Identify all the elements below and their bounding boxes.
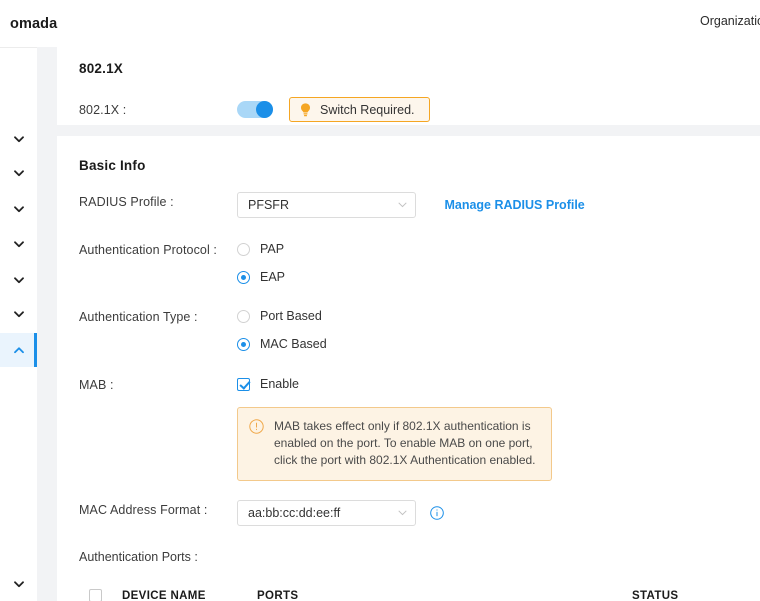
- auth-protocol-label-1: PAP: [260, 242, 285, 256]
- mab-row: MAB : Enable MAB takes effect only if 80…: [79, 375, 760, 481]
- sidebar-item-6[interactable]: [0, 297, 37, 331]
- mab-field: Enable MAB takes effect only if 802.1X a…: [237, 375, 760, 481]
- sidebar-gutter: [37, 47, 57, 601]
- sidebar-item-5[interactable]: [0, 263, 37, 297]
- mac-address-format-label: MAC Address Format :: [79, 503, 208, 517]
- auth-type-option-1[interactable]: Port Based: [237, 307, 760, 325]
- toggle-knob: [256, 101, 273, 118]
- auth-type-radio-1[interactable]: [237, 309, 250, 323]
- radius-profile-value: PFSFR: [248, 198, 289, 212]
- auth-type-label-2: MAC Based: [260, 337, 327, 351]
- sidebar-item-7[interactable]: [0, 333, 37, 367]
- auth-protocol-label: Authentication Protocol :: [79, 243, 217, 257]
- switch-required-badge: Switch Required.: [289, 97, 430, 122]
- app-root: omada Organizatio 802.1X 802.1X : Switch…: [0, 0, 760, 601]
- table-header-row: DEVICE NAME PORTS STATUS: [79, 577, 760, 601]
- dot1x-card: 802.1X 802.1X : Switch Required.: [57, 47, 760, 125]
- mab-notice-text: MAB takes effect only if 802.1X authenti…: [274, 419, 536, 467]
- chevron-up-icon: [14, 346, 24, 355]
- chevron-down-icon: [14, 135, 24, 144]
- auth-protocol-label-2: EAP: [260, 270, 286, 284]
- mac-address-format-select[interactable]: aa:bb:cc:dd:ee:ff: [237, 500, 416, 526]
- chevron-down-icon: [14, 169, 24, 178]
- column-header-device-name: DEVICE NAME: [122, 589, 206, 601]
- auth-protocol-radio-1[interactable]: [237, 242, 250, 256]
- mac-address-format-value: aa:bb:cc:dd:ee:ff: [248, 506, 341, 520]
- chevron-down-icon: [14, 205, 24, 214]
- content-area: 802.1X 802.1X : Switch Required. Basic I…: [57, 47, 760, 601]
- radius-profile-select[interactable]: PFSFR: [237, 192, 416, 218]
- auth-type-label: Authentication Type :: [79, 310, 198, 324]
- auth-type-label-1: Port Based: [260, 309, 322, 323]
- auth-protocol-option-2[interactable]: EAP: [237, 268, 760, 286]
- sidebar-item-2[interactable]: [0, 156, 37, 190]
- basic-info-card: Basic Info RADIUS Profile : PFSFR Manage…: [57, 136, 760, 601]
- mac-address-format-row: MAC Address Format : aa:bb:cc:dd:ee:ff: [79, 500, 760, 526]
- ports-table: DEVICE NAME PORTS STATUS TSW08-01Port123…: [79, 577, 760, 601]
- auth-ports-label: Authentication Ports :: [79, 550, 198, 564]
- chevron-down-icon: [14, 580, 24, 589]
- top-bar: omada Organizatio: [0, 0, 760, 47]
- sidebar-item-4[interactable]: [0, 227, 37, 261]
- info-circle-icon[interactable]: [430, 506, 445, 520]
- sidebar-item-8[interactable]: [0, 567, 37, 601]
- mab-enable-checkbox[interactable]: [237, 377, 250, 391]
- select-all-cell: [89, 589, 122, 601]
- chevron-down-icon: [14, 310, 24, 319]
- chevron-down-icon: [398, 510, 407, 516]
- chevron-down-icon: [398, 202, 407, 208]
- dot1x-toggle-row: 802.1X : Switch Required.: [79, 97, 760, 122]
- radius-profile-field: PFSFR Manage RADIUS Profile: [237, 192, 760, 218]
- mac-address-format-field: aa:bb:cc:dd:ee:ff: [237, 500, 760, 526]
- mab-enable-label: Enable: [260, 377, 299, 391]
- mab-enable-option[interactable]: Enable: [237, 375, 760, 393]
- organization-label[interactable]: Organizatio: [700, 14, 760, 28]
- chevron-down-icon: [14, 276, 24, 285]
- auth-type-row: Authentication Type : Port Based MAC Base…: [79, 307, 760, 353]
- column-header-status: STATUS: [632, 589, 679, 601]
- auth-protocol-radio-2[interactable]: [237, 270, 250, 284]
- sidebar-item-1[interactable]: [0, 122, 37, 156]
- auth-type-radio-2[interactable]: [237, 337, 250, 351]
- lightbulb-icon: [301, 102, 310, 116]
- chevron-down-icon: [14, 240, 24, 249]
- mab-notice: MAB takes effect only if 802.1X authenti…: [237, 407, 552, 481]
- dot1x-toggle[interactable]: [237, 101, 273, 118]
- select-all-checkbox[interactable]: [89, 589, 102, 601]
- auth-type-option-2[interactable]: MAC Based: [237, 335, 760, 353]
- basic-info-title: Basic Info: [79, 158, 146, 173]
- switch-required-text: Switch Required.: [320, 102, 415, 117]
- radius-profile-row: RADIUS Profile : PFSFR Manage RADIUS Pro…: [79, 192, 760, 218]
- sidebar-item-3[interactable]: [0, 192, 37, 226]
- auth-type-options: Port Based MAC Based: [237, 307, 760, 353]
- omada-logo: omada: [10, 15, 58, 32]
- manage-radius-profile-link[interactable]: Manage RADIUS Profile: [444, 198, 584, 212]
- radius-profile-label: RADIUS Profile :: [79, 195, 174, 209]
- sidebar: [0, 47, 37, 601]
- exclamation-circle-icon: [249, 419, 264, 434]
- card-separator: [57, 125, 760, 136]
- dot1x-field-label: 802.1X :: [79, 102, 127, 117]
- column-header-ports: PORTS: [257, 589, 299, 601]
- auth-protocol-row: Authentication Protocol : PAP EAP: [79, 240, 760, 286]
- dot1x-section-title: 802.1X: [79, 61, 123, 76]
- auth-protocol-option-1[interactable]: PAP: [237, 240, 760, 258]
- auth-protocol-options: PAP EAP: [237, 240, 760, 286]
- mab-label: MAB :: [79, 378, 114, 392]
